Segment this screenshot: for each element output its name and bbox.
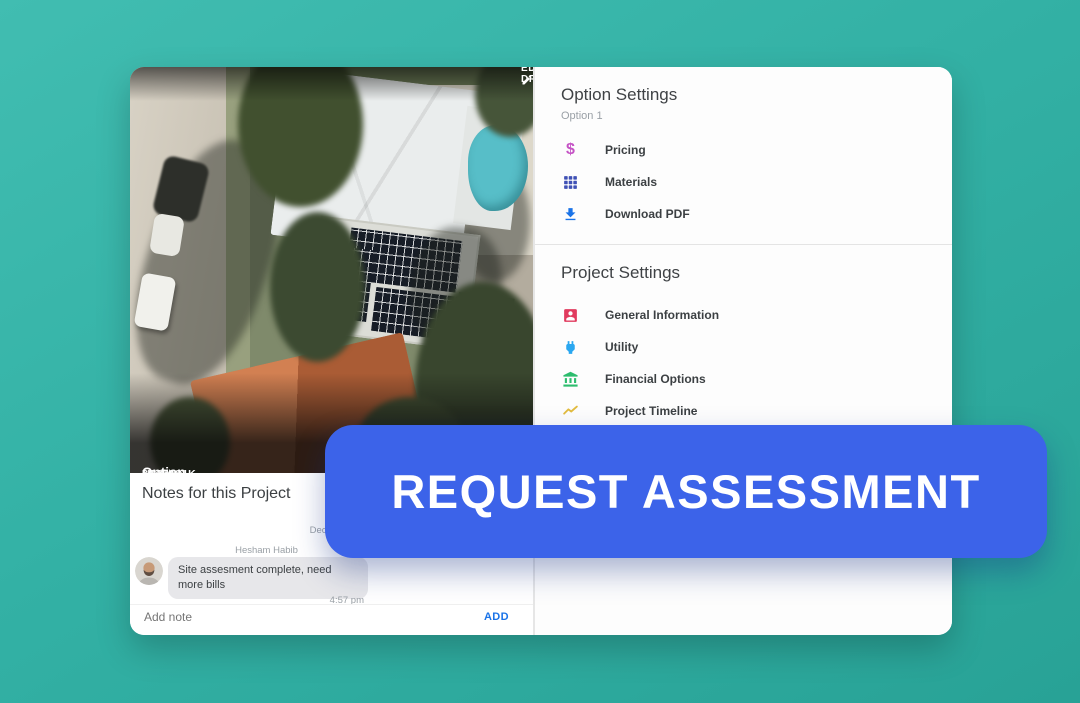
plug-icon (561, 338, 580, 357)
menu-item-label: Download PDF (605, 207, 690, 221)
option-settings-section: Option Settings Option 1 $ Pricing (535, 67, 952, 230)
option-settings-title: Option Settings (561, 85, 952, 105)
request-assessment-button[interactable]: REQUEST ASSESSMENT (325, 425, 1047, 558)
menu-item-label: General Information (605, 308, 719, 322)
notes-title: Notes for this Project (142, 485, 291, 503)
edit-drawing-label: EDIT DRAWING (521, 67, 533, 85)
menu-item-label: Materials (605, 175, 657, 189)
bank-icon (561, 370, 580, 389)
menu-item-download-pdf[interactable]: Download PDF (561, 198, 952, 230)
menu-item-label: Financial Options (605, 372, 706, 386)
menu-item-utility[interactable]: Utility (561, 331, 952, 363)
option-settings-subtitle: Option 1 (561, 110, 952, 122)
download-icon (561, 205, 580, 224)
contact-card-icon (561, 306, 580, 325)
menu-item-label: Utility (605, 340, 638, 354)
menu-item-pricing[interactable]: $ Pricing (561, 134, 952, 166)
module-number-value: LG350Q1K-A5 (142, 468, 199, 473)
note-message-bubble: Site assesment complete, need more bills (168, 557, 368, 599)
add-note-row: ADD (130, 604, 533, 635)
menu-item-project-timeline[interactable]: Project Timeline (561, 395, 952, 427)
top-gradient-overlay (130, 67, 533, 101)
menu-item-materials[interactable]: Materials (561, 166, 952, 198)
menu-item-general-information[interactable]: General Information (561, 299, 952, 331)
project-settings-title: Project Settings (561, 263, 952, 283)
add-note-button[interactable]: ADD (478, 610, 515, 624)
menu-item-label: Pricing (605, 143, 646, 157)
avatar (135, 557, 163, 585)
tree (270, 212, 365, 362)
parked-car (149, 213, 185, 257)
timeline-icon (561, 402, 580, 421)
aerial-roof-image: EDIT DRAWING Option 1 Number of panels: … (130, 67, 533, 473)
menu-item-financial-options[interactable]: Financial Options (561, 363, 952, 395)
grid-icon (561, 173, 580, 192)
dollar-icon: $ (561, 141, 580, 160)
app-background: EDIT DRAWING Option 1 Number of panels: … (0, 0, 1080, 703)
menu-item-label: Project Timeline (605, 404, 697, 418)
add-note-input[interactable] (142, 609, 346, 625)
